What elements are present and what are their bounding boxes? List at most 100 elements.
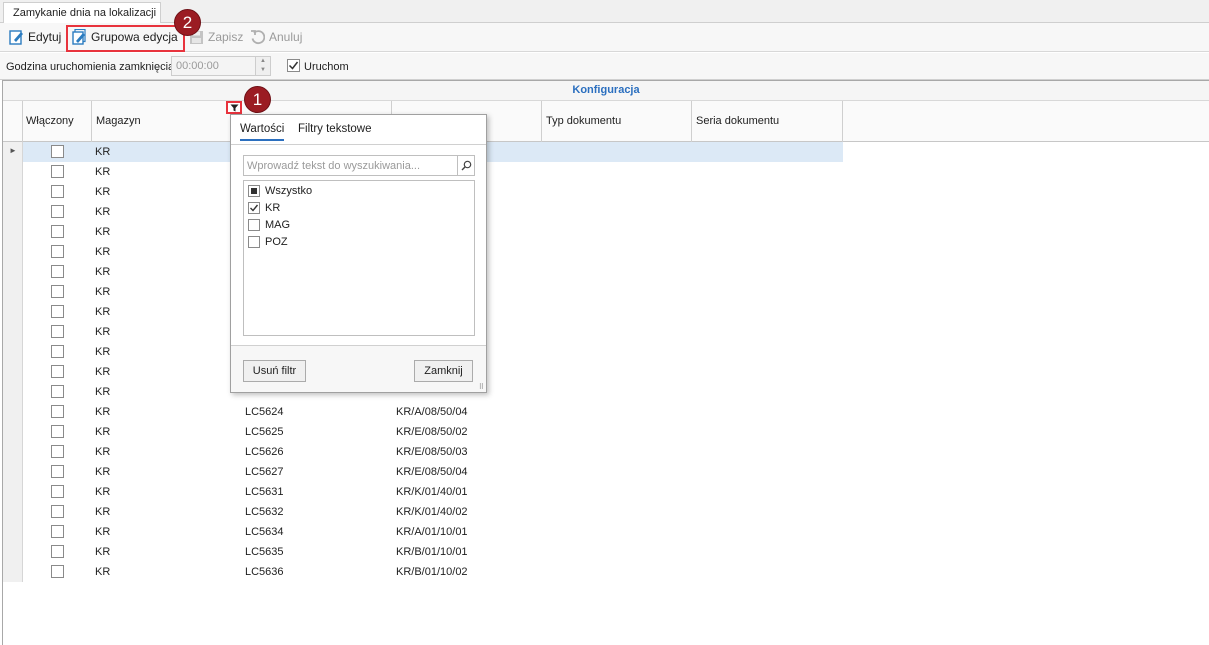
current-row-arrow-icon: ► bbox=[9, 146, 17, 155]
cell-location-path: KR/E/08/50/03 bbox=[396, 446, 468, 458]
cell-warehouse: KR bbox=[95, 206, 111, 218]
tab-closing-day[interactable]: Zamykanie dnia na lokalizacji bbox=[3, 2, 161, 24]
table-row[interactable]: KR LC5625 KR/E/08/50/02 bbox=[23, 422, 843, 442]
cell-warehouse: KR bbox=[95, 426, 111, 438]
row-enabled-checkbox[interactable] bbox=[51, 385, 64, 398]
table-row[interactable]: KR LC5636 KR/B/01/10/02 bbox=[23, 562, 843, 582]
cell-warehouse: KR bbox=[95, 466, 111, 478]
checkmark-icon bbox=[250, 204, 259, 212]
spin-up-icon[interactable]: ▲ bbox=[256, 57, 270, 66]
filter-popup: Wartości Filtry tekstowe Wprowadź tekst … bbox=[230, 114, 487, 393]
row-enabled-checkbox[interactable] bbox=[51, 225, 64, 238]
column-header-row: Włączony Magazyn Typ dokumentu Seria dok… bbox=[3, 101, 1209, 142]
table-row[interactable]: KR LC5631 KR/K/01/40/01 bbox=[23, 482, 843, 502]
checkmark-icon bbox=[288, 61, 299, 70]
cell-location-code: LC5624 bbox=[245, 406, 284, 418]
cell-warehouse: KR bbox=[95, 506, 111, 518]
cell-location-code: LC5626 bbox=[245, 446, 284, 458]
cell-location-path: KR/A/01/10/01 bbox=[396, 526, 468, 538]
row-enabled-checkbox[interactable] bbox=[51, 505, 64, 518]
edit-button[interactable]: Edytuj bbox=[9, 27, 61, 47]
save-button-label: Zapisz bbox=[208, 30, 244, 44]
row-enabled-checkbox[interactable] bbox=[51, 265, 64, 278]
filter-item-poz-checkbox[interactable] bbox=[248, 236, 260, 248]
run-checkbox[interactable] bbox=[287, 59, 300, 72]
resize-grip-icon[interactable]: ⠿ bbox=[479, 384, 484, 391]
row-enabled-checkbox[interactable] bbox=[51, 365, 64, 378]
table-row[interactable]: KR LC5624 KR/A/08/50/04 bbox=[23, 402, 843, 422]
cell-warehouse: KR bbox=[95, 286, 111, 298]
column-header-doc-series[interactable]: Seria dokumentu bbox=[692, 101, 843, 142]
cell-location-path: KR/E/08/50/04 bbox=[396, 466, 468, 478]
table-row[interactable]: KR LC5626 KR/E/08/50/03 bbox=[23, 442, 843, 462]
filter-item-mag[interactable]: MAG bbox=[248, 217, 290, 233]
search-icon[interactable] bbox=[457, 156, 474, 175]
cell-location-code: LC5627 bbox=[245, 466, 284, 478]
row-enabled-checkbox[interactable] bbox=[51, 525, 64, 538]
row-enabled-checkbox[interactable] bbox=[51, 345, 64, 358]
filter-item-all-checkbox[interactable] bbox=[248, 185, 260, 197]
row-enabled-checkbox[interactable] bbox=[51, 285, 64, 298]
cell-warehouse: KR bbox=[95, 406, 111, 418]
cell-location-path: KR/K/01/40/02 bbox=[396, 506, 468, 518]
table-row[interactable]: KR LC5627 KR/E/08/50/04 bbox=[23, 462, 843, 482]
filter-item-all[interactable]: Wszystko bbox=[248, 183, 312, 199]
cell-location-code: LC5636 bbox=[245, 566, 284, 578]
cell-warehouse: KR bbox=[95, 166, 111, 178]
cell-location-path: KR/B/01/10/02 bbox=[396, 566, 468, 578]
close-popup-button[interactable]: Zamknij bbox=[414, 360, 473, 382]
cancel-button[interactable]: Anuluj bbox=[250, 27, 302, 47]
cell-warehouse: KR bbox=[95, 186, 111, 198]
row-enabled-checkbox[interactable] bbox=[51, 405, 64, 418]
column-header-doc-type[interactable]: Typ dokumentu bbox=[542, 101, 692, 142]
row-enabled-checkbox[interactable] bbox=[51, 205, 64, 218]
filter-item-poz[interactable]: POZ bbox=[248, 234, 288, 250]
time-spinner[interactable]: ▲ ▼ bbox=[255, 57, 270, 75]
group-edit-highlight bbox=[66, 25, 185, 52]
filter-search-input[interactable]: Wprowadź tekst do wyszukiwania... bbox=[243, 155, 475, 176]
clear-filter-button[interactable]: Usuń filtr bbox=[243, 360, 306, 382]
filter-item-kr[interactable]: KR bbox=[248, 200, 280, 216]
cell-warehouse: KR bbox=[95, 366, 111, 378]
filter-item-mag-checkbox[interactable] bbox=[248, 219, 260, 231]
tab-text-filters[interactable]: Filtry tekstowe bbox=[298, 123, 372, 135]
callout-badge-1: 1 bbox=[244, 86, 271, 113]
cell-warehouse: KR bbox=[95, 526, 111, 538]
row-enabled-checkbox[interactable] bbox=[51, 445, 64, 458]
cell-warehouse: KR bbox=[95, 566, 111, 578]
row-enabled-checkbox[interactable] bbox=[51, 165, 64, 178]
spin-down-icon[interactable]: ▼ bbox=[256, 66, 270, 75]
row-enabled-checkbox[interactable] bbox=[51, 425, 64, 438]
row-enabled-checkbox[interactable] bbox=[51, 485, 64, 498]
row-enabled-checkbox[interactable] bbox=[51, 545, 64, 558]
run-label: Uruchom bbox=[304, 61, 349, 73]
row-enabled-checkbox[interactable] bbox=[51, 325, 64, 338]
filter-popup-footer: Usuń filtr Zamknij ⠿ bbox=[231, 345, 486, 392]
edit-icon bbox=[9, 29, 24, 45]
column-header-doc-series-label: Seria dokumentu bbox=[696, 115, 780, 127]
tab-values[interactable]: Wartości bbox=[240, 123, 285, 141]
filter-item-kr-checkbox[interactable] bbox=[248, 202, 260, 214]
table-row[interactable]: KR LC5632 KR/K/01/40/02 bbox=[23, 502, 843, 522]
filter-icon bbox=[230, 104, 238, 111]
column-header-enabled[interactable]: Włączony bbox=[23, 101, 92, 142]
row-enabled-checkbox[interactable] bbox=[51, 145, 64, 158]
grid-band-header: Konfiguracja bbox=[3, 81, 1209, 101]
cell-warehouse: KR bbox=[95, 386, 111, 398]
row-enabled-checkbox[interactable] bbox=[51, 245, 64, 258]
cell-warehouse: KR bbox=[95, 146, 111, 158]
column-filter-button[interactable] bbox=[226, 101, 242, 114]
filter-search-placeholder: Wprowadź tekst do wyszukiwania... bbox=[247, 160, 421, 172]
cell-location-path: KR/B/01/10/01 bbox=[396, 546, 468, 558]
row-enabled-checkbox[interactable] bbox=[51, 305, 64, 318]
row-enabled-checkbox[interactable] bbox=[51, 565, 64, 578]
cancel-button-label: Anuluj bbox=[269, 30, 303, 44]
table-row[interactable]: KR LC5634 KR/A/01/10/01 bbox=[23, 522, 843, 542]
table-row[interactable]: KR LC5635 KR/B/01/10/01 bbox=[23, 542, 843, 562]
time-input[interactable]: 00:00:00 ▲ ▼ bbox=[171, 56, 271, 76]
row-indicator-header bbox=[3, 101, 23, 142]
row-enabled-checkbox[interactable] bbox=[51, 465, 64, 478]
filter-item-mag-label: MAG bbox=[265, 219, 291, 231]
row-enabled-checkbox[interactable] bbox=[51, 185, 64, 198]
filter-item-all-label: Wszystko bbox=[265, 185, 313, 197]
